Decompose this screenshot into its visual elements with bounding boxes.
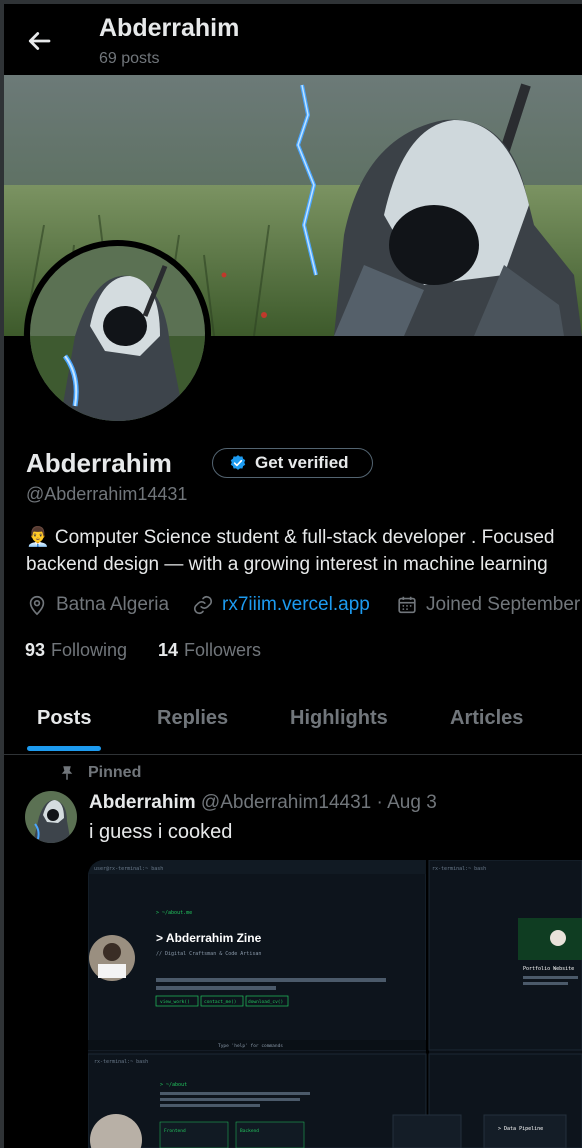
post-author-name[interactable]: Abderrahim	[89, 792, 196, 813]
joined-text: Joined September	[426, 594, 581, 615]
post-count: 69 posts	[99, 50, 160, 67]
calendar-icon	[398, 596, 416, 614]
tabs-divider	[4, 754, 582, 755]
panel1-title: user@rx-terminal:~ bash	[94, 866, 163, 872]
tab-articles[interactable]: Articles	[450, 707, 523, 730]
panel2-title: rx-terminal:~ bash	[432, 866, 486, 872]
pinned-label: Pinned	[88, 764, 142, 781]
media-card2-title: > Data Pipeline	[498, 1126, 543, 1132]
profile-avatar[interactable]	[24, 240, 211, 427]
portfolio-screenshot: user@rx-terminal:~ bash > ~/about.me > A…	[88, 860, 582, 1148]
profile-handle: @Abderrahim14431	[26, 484, 188, 504]
media-backend: Backend	[240, 1128, 259, 1134]
pinned-indicator: Pinned	[58, 764, 141, 782]
link-icon	[193, 595, 213, 615]
verified-badge-icon	[230, 455, 246, 470]
media-frontend: Frontend	[164, 1128, 186, 1134]
post-avatar-image	[25, 791, 77, 843]
panel3-title: rx-terminal:~ bash	[94, 1059, 148, 1065]
profile-bio: 👨‍💼 Computer Science student & full-stac…	[26, 524, 582, 578]
avatar-image	[30, 246, 205, 421]
arrow-left-icon	[28, 32, 51, 50]
media-btn1: view_work()	[160, 999, 190, 1005]
get-verified-button[interactable]: Get verified	[212, 448, 373, 478]
media-card-title: Portfolio Website	[523, 966, 574, 972]
following-label: Following	[51, 640, 128, 660]
profile-location: Batna Algeria	[26, 594, 169, 616]
followers-link[interactable]: 14 Followers	[158, 640, 261, 661]
location-text: Batna Algeria	[56, 594, 170, 615]
bio-line: 👨‍💼 Computer Science student & full-stac…	[26, 527, 555, 548]
back-button[interactable]	[24, 26, 54, 56]
media-btn2: contact_me()	[204, 999, 237, 1005]
svg-text:> ~/about.me: > ~/about.me	[156, 910, 192, 916]
profile-header: Abderrahim 69 posts	[4, 4, 582, 75]
media-subtitle: // Digital Craftsman & Code Artisan	[156, 951, 261, 957]
get-verified-label: Get verified	[255, 453, 349, 472]
followers-label: Followers	[184, 640, 262, 660]
media-btn3: download_cv()	[248, 999, 283, 1005]
post-media[interactable]: user@rx-terminal:~ bash > ~/about.me > A…	[88, 860, 582, 1148]
active-tab-indicator	[27, 746, 101, 751]
following-count: 93	[25, 640, 46, 660]
pin-icon	[61, 766, 73, 780]
tab-replies[interactable]: Replies	[157, 707, 228, 730]
location-pin-icon	[29, 595, 45, 616]
tab-posts[interactable]: Posts	[37, 707, 91, 730]
bio-line: backend design — with a growing interest…	[26, 554, 548, 575]
post-author-handle[interactable]: @Abderrahim14431	[201, 792, 371, 813]
tab-highlights[interactable]: Highlights	[290, 707, 388, 730]
post-date[interactable]: · Aug 3	[377, 792, 437, 813]
media-help: Type 'help' for commands	[218, 1043, 283, 1049]
profile-joined: Joined September	[396, 594, 580, 616]
media-about: > ~/about	[160, 1082, 187, 1088]
profile-name: Abderrahim	[26, 448, 172, 478]
media-name: > Abderrahim Zine	[156, 931, 262, 945]
profile-website[interactable]: rx7iiim.vercel.app	[192, 594, 370, 616]
post-header: Abderrahim @Abderrahim14431 · Aug 3	[89, 792, 437, 814]
website-link[interactable]: rx7iiim.vercel.app	[222, 594, 370, 616]
post-text: i guess i cooked	[89, 821, 233, 843]
post-author-avatar[interactable]	[25, 791, 77, 843]
followers-count: 14	[158, 640, 179, 660]
following-link[interactable]: 93 Following	[25, 640, 127, 661]
header-title: Abderrahim	[99, 14, 240, 42]
